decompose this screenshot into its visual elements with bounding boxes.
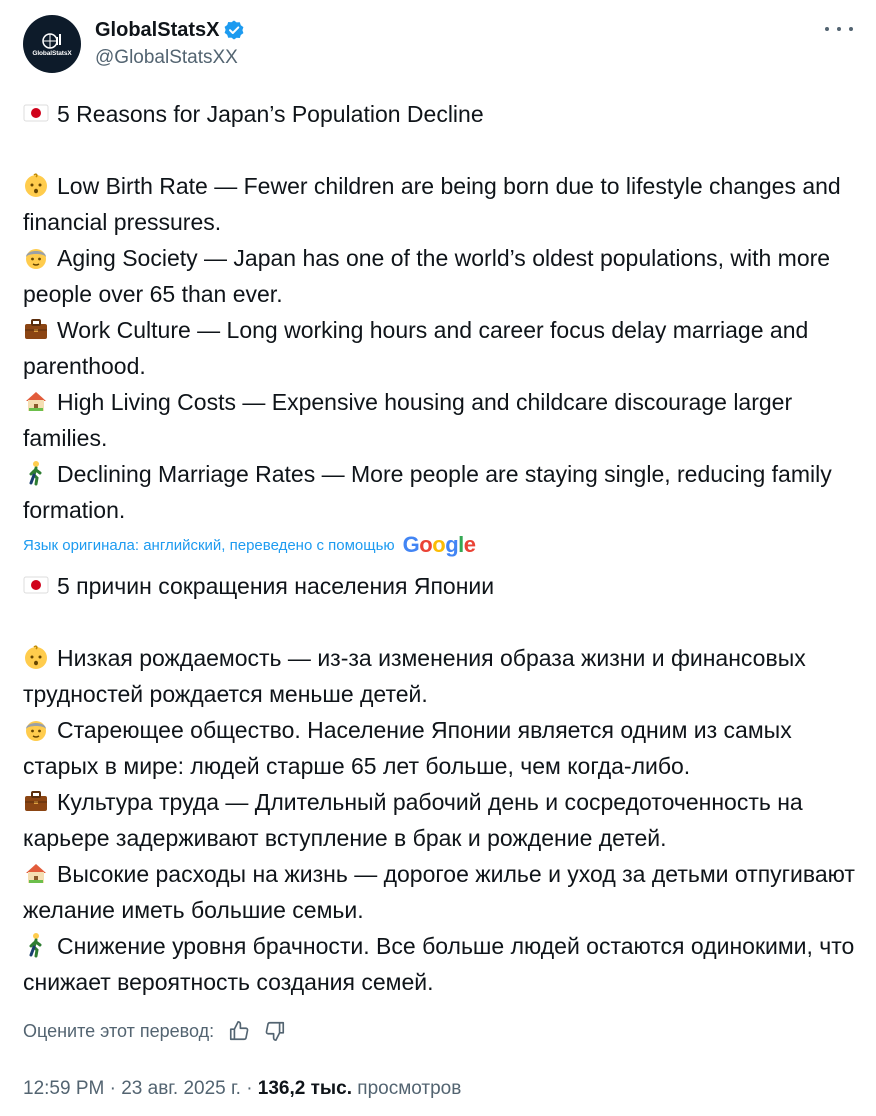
verified-badge-icon xyxy=(225,20,244,40)
views-count: 136,2 тыс. xyxy=(257,1078,352,1099)
avatar-text: GlobalStatsX xyxy=(32,50,72,57)
post-title: 5 Reasons for Japan’s Population Decline xyxy=(23,96,863,132)
post-date[interactable]: 23 авг. 2025 г. xyxy=(121,1078,241,1099)
house-icon xyxy=(26,864,46,883)
rate-translation-label: Оцените этот перевод: xyxy=(23,1020,215,1041)
person-walking-icon xyxy=(29,461,42,486)
baby-icon xyxy=(25,173,47,197)
post-meta: 12:59 PM · 23 авг. 2025 г. · 136,2 тыс. … xyxy=(23,1078,461,1100)
post-title-translated: 5 причин сокращения населения Японии xyxy=(23,568,863,604)
list-item: Low Birth Rate — Fewer children are bein… xyxy=(23,173,841,235)
rate-translation: Оцените этот перевод: xyxy=(23,1020,286,1042)
list-item: Высокие расходы на жизнь — дорогое жилье… xyxy=(23,861,855,923)
briefcase-icon xyxy=(25,791,47,811)
person-walking-icon xyxy=(29,933,42,958)
list-item: Культура труда — Длительный рабочий день… xyxy=(23,789,803,851)
japan-flag-icon xyxy=(23,104,49,122)
meta-separator: · xyxy=(109,1078,116,1099)
author-names: GlobalStatsX @GlobalStatsXX xyxy=(95,18,245,70)
author-handle[interactable]: @GlobalStatsXX xyxy=(95,46,245,70)
post-time[interactable]: 12:59 PM xyxy=(23,1078,104,1099)
thumbs-up-icon[interactable] xyxy=(228,1020,250,1042)
briefcase-icon xyxy=(25,319,47,339)
more-options-icon[interactable] xyxy=(825,19,853,39)
avatar[interactable]: GlobalStatsX xyxy=(23,15,81,73)
older-person-icon xyxy=(26,249,46,269)
list-item: Aging Society — Japan has one of the wor… xyxy=(23,245,831,307)
author-display-name[interactable]: GlobalStatsX xyxy=(95,18,245,42)
list-item: Стареющее общество. Население Японии явл… xyxy=(23,717,792,779)
list-item: Низкая рождаемость — из-за изменения обр… xyxy=(23,645,806,707)
google-logo: Google xyxy=(402,532,476,557)
post-text-translated: 5 причин сокращения населения Японии Низ… xyxy=(23,568,863,1000)
house-icon xyxy=(26,392,46,411)
list-item: Work Culture — Long working hours and ca… xyxy=(23,317,809,379)
globe-chart-icon xyxy=(42,33,61,49)
list-item: Снижение уровня брачности. Все больше лю… xyxy=(23,933,855,995)
baby-icon xyxy=(25,645,47,669)
older-person-icon xyxy=(26,721,46,741)
thumbs-down-icon[interactable] xyxy=(264,1020,286,1042)
japan-flag-icon xyxy=(23,576,49,594)
meta-separator: · xyxy=(246,1078,253,1099)
list-item: High Living Costs — Expensive housing an… xyxy=(23,389,793,451)
post-text-original: 5 Reasons for Japan’s Population Decline… xyxy=(23,96,863,528)
translation-note[interactable]: Язык оригинала: английский, переведено с… xyxy=(23,532,476,558)
author-display-name-text: GlobalStatsX xyxy=(95,19,220,41)
views-label: просмотров xyxy=(357,1078,462,1099)
translation-note-text: Язык оригинала: английский, переведено с… xyxy=(23,536,395,554)
list-item: Declining Marriage Rates — More people a… xyxy=(23,461,832,523)
post-header: GlobalStatsX GlobalStatsX @GlobalStatsXX xyxy=(23,15,853,75)
